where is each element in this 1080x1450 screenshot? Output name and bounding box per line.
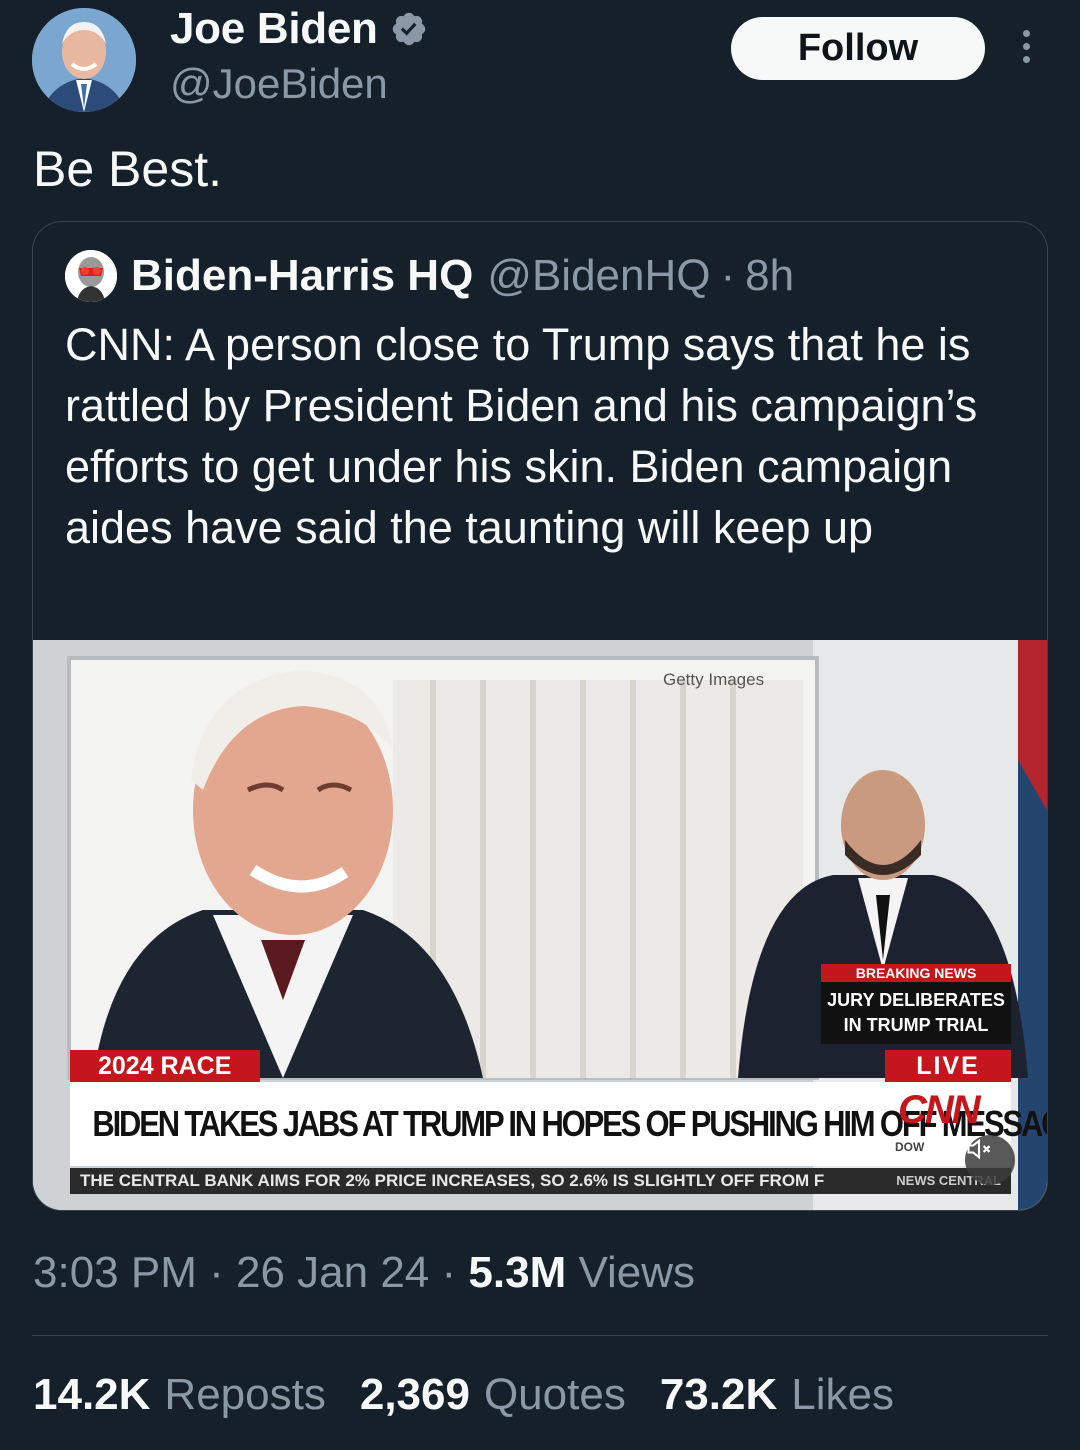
quoted-media-video[interactable]: Getty Images BREAKING NEWS JURY DELIBERA… [33, 640, 1047, 1210]
quoted-tweet-text: CNN: A person close to Trump says that h… [65, 319, 978, 553]
views-label: Views [578, 1248, 696, 1297]
reposts-stat[interactable]: 14.2K Reposts [33, 1370, 326, 1420]
news-ticker: THE CENTRAL BANK AIMS FOR 2% PRICE INCRE… [70, 1168, 1011, 1194]
mute-toggle-button[interactable] [965, 1135, 1015, 1185]
dow-label: DOW [895, 1140, 925, 1154]
breaking-news-label: BREAKING NEWS [821, 964, 1011, 982]
ticker-text: THE CENTRAL BANK AIMS FOR 2% PRICE INCRE… [80, 1171, 825, 1190]
quoted-tweet-header: Biden-Harris HQ @BidenHQ · 8h [65, 250, 794, 302]
quotes-stat[interactable]: 2,369 Quotes [360, 1370, 626, 1420]
author-handle[interactable]: @JoeBiden [170, 60, 388, 108]
likes-label: Likes [791, 1370, 894, 1419]
chyron-headline: BIDEN TAKES JABS AT TRUMP IN HOPES OF PU… [70, 1082, 1047, 1166]
quoted-author-name[interactable]: Biden-Harris HQ [131, 251, 473, 301]
follow-button[interactable]: Follow [731, 17, 985, 80]
quoted-avatar[interactable] [65, 250, 117, 302]
author-name[interactable]: Joe Biden [170, 4, 378, 54]
author-avatar[interactable] [32, 8, 136, 112]
tweet-time[interactable]: 3:03 PM [33, 1248, 197, 1297]
quoted-timestamp[interactable]: 8h [745, 251, 794, 301]
reposts-label: Reposts [164, 1370, 326, 1419]
engagement-stats: 14.2K Reposts 2,369 Quotes 73.2K Likes [33, 1370, 928, 1420]
divider [32, 1335, 1048, 1336]
breaking-news-line2: IN TRUMP TRIAL [843, 1015, 989, 1035]
views-count: 5.3M [468, 1248, 567, 1297]
cnn-logo: CNN [898, 1088, 981, 1132]
author-name-row: Joe Biden [170, 4, 428, 54]
quoted-tweet[interactable]: Biden-Harris HQ @BidenHQ · 8h CNN: A per… [32, 221, 1048, 1211]
more-options-icon[interactable] [1014, 30, 1038, 70]
tweet-text: Be Best. [33, 141, 222, 197]
likes-stat[interactable]: 73.2K Likes [660, 1370, 894, 1420]
quoted-author-handle[interactable]: @BidenHQ [487, 251, 710, 301]
quotes-count: 2,369 [359, 1370, 470, 1419]
tweet-date[interactable]: 26 Jan 24 [236, 1248, 429, 1297]
getty-watermark: Getty Images [663, 670, 765, 689]
live-label: LIVE [885, 1050, 1011, 1082]
breaking-news-text: JURY DELIBERATES IN TRUMP TRIAL [821, 982, 1011, 1044]
reposts-count: 14.2K [33, 1370, 151, 1419]
quotes-label: Quotes [483, 1370, 626, 1419]
meta-separator: · [441, 1248, 457, 1297]
tweet-meta: 3:03 PM · 26 Jan 24 · 5.3M Views [33, 1248, 695, 1298]
likes-count: 73.2K [659, 1370, 778, 1419]
meta-separator: · [209, 1248, 224, 1297]
speaker-muted-icon [967, 1138, 991, 1160]
quoted-separator: · [720, 251, 736, 300]
breaking-news-line1: JURY DELIBERATES [827, 990, 1005, 1010]
race-label: 2024 RACE [70, 1050, 260, 1082]
verified-badge-icon[interactable] [390, 10, 428, 48]
